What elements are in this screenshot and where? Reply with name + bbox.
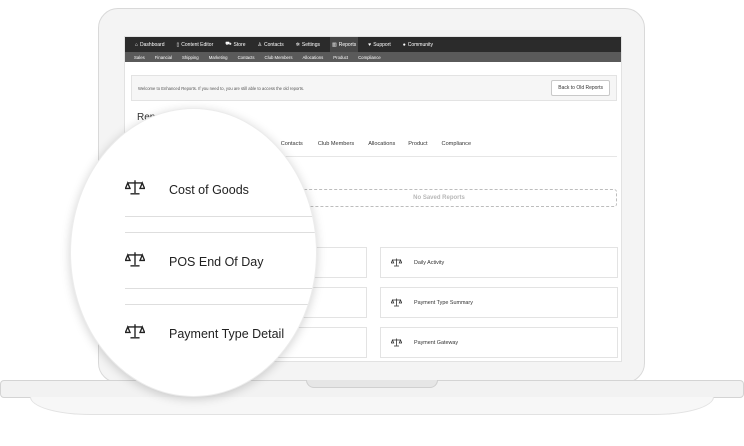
nav-item-support[interactable]: ♥ Support bbox=[366, 37, 392, 52]
subnav-item-shipping[interactable]: Shipping bbox=[182, 55, 199, 60]
mag-divider bbox=[125, 304, 316, 305]
welcome-banner: Welcome to Enhanced Reports. If you need… bbox=[131, 75, 617, 101]
nav-item-label: Contacts bbox=[263, 41, 284, 48]
reports-icon: ▥ bbox=[331, 41, 337, 48]
chat-icon: ● bbox=[402, 41, 406, 48]
report-card-payment-type-summary[interactable]: Payment Type Summary bbox=[380, 287, 618, 318]
mag-item-payment-type-detail[interactable]: Payment Type Detail bbox=[71, 323, 316, 345]
tab-compliance[interactable]: Compliance bbox=[442, 141, 472, 147]
nav-item-label: Community bbox=[407, 41, 434, 48]
nav-item-content-editor[interactable]: ▯ Content Editor bbox=[175, 37, 216, 52]
laptop-notch bbox=[306, 380, 438, 388]
card-label: Daily Activity bbox=[414, 259, 445, 266]
nav-item-label: Reports bbox=[338, 41, 357, 48]
subnav-item-financial[interactable]: Financial bbox=[155, 55, 172, 60]
back-to-old-reports-button[interactable]: Back to Old Reports bbox=[551, 80, 610, 96]
nav-item-label: Store bbox=[233, 41, 246, 48]
subnav-item-allocations[interactable]: Allocations bbox=[302, 55, 323, 60]
nav-item-contacts[interactable]: ♙ Contacts bbox=[255, 37, 285, 52]
card-label: Payment Gateway bbox=[414, 339, 459, 346]
nav-item-store[interactable]: ⛟ Store bbox=[223, 37, 247, 52]
card-label: Payment Type Summary bbox=[414, 299, 473, 306]
cart-icon: ⛟ bbox=[225, 41, 232, 47]
tab-allocations[interactable]: Allocations bbox=[368, 141, 395, 147]
report-card-daily-activity[interactable]: Daily Activity bbox=[380, 247, 618, 278]
nav-item-community[interactable]: ● Community bbox=[401, 37, 435, 52]
nav-item-label: Settings bbox=[301, 41, 320, 48]
magnifier-zoom: Cost of Goods POS End Of Day Payment Typ… bbox=[70, 108, 317, 397]
tab-product[interactable]: Product bbox=[408, 141, 427, 147]
mag-item-label: POS End Of Day bbox=[169, 255, 264, 269]
mag-divider bbox=[125, 288, 316, 289]
mag-item-cost-of-goods[interactable]: Cost of Goods bbox=[71, 179, 316, 201]
nav-item-reports[interactable]: ▥ Reports bbox=[329, 37, 359, 52]
nav-item-label: Support bbox=[373, 41, 391, 48]
subnav-item-contacts[interactable]: Contacts bbox=[238, 55, 255, 60]
contacts-icon: ♙ bbox=[257, 41, 262, 48]
report-card-payment-gateway[interactable]: Payment Gateway bbox=[380, 327, 618, 358]
gear-icon: ✲ bbox=[295, 41, 300, 48]
subnav-item-club-members[interactable]: Club Members bbox=[265, 55, 293, 60]
mag-item-pos-end-of-day[interactable]: POS End Of Day bbox=[71, 251, 316, 273]
welcome-text: Welcome to Enhanced Reports. If you need… bbox=[138, 85, 305, 91]
mag-divider bbox=[125, 232, 316, 233]
sub-navigation: Sales Financial Shipping Marketing Contacts C… bbox=[125, 52, 621, 62]
laptop-base-bottom bbox=[30, 397, 714, 415]
nav-item-label: Dashboard bbox=[140, 41, 165, 48]
laptop-mockup: ⌂ Dashboard ▯ Content Editor ⛟ Store ♙ Contacts… bbox=[0, 0, 744, 446]
subnav-item-compliance[interactable]: Compliance bbox=[358, 55, 381, 60]
scale-icon bbox=[124, 251, 146, 273]
scale-icon bbox=[389, 258, 403, 267]
mag-divider bbox=[125, 216, 316, 217]
scale-icon bbox=[124, 179, 146, 201]
nav-item-dashboard[interactable]: ⌂ Dashboard bbox=[133, 37, 167, 52]
document-icon: ▯ bbox=[176, 41, 180, 48]
nav-item-label: Content Editor bbox=[181, 41, 214, 48]
dashboard-icon: ⌂ bbox=[135, 41, 139, 48]
tab-contacts[interactable]: Contacts bbox=[281, 141, 303, 147]
mag-item-label: Payment Type Detail bbox=[169, 327, 285, 341]
subnav-item-sales[interactable]: Sales bbox=[134, 55, 145, 60]
scale-icon bbox=[124, 323, 146, 345]
mag-item-label: Cost of Goods bbox=[169, 183, 249, 197]
scale-icon bbox=[389, 298, 403, 307]
heart-icon: ♥ bbox=[368, 41, 372, 48]
subnav-item-marketing[interactable]: Marketing bbox=[209, 55, 228, 60]
top-navigation: ⌂ Dashboard ▯ Content Editor ⛟ Store ♙ Contacts… bbox=[125, 37, 621, 52]
scale-icon bbox=[389, 338, 403, 347]
subnav-item-product[interactable]: Product bbox=[333, 55, 348, 60]
tab-club-members[interactable]: Club Members bbox=[318, 141, 354, 147]
nav-item-settings[interactable]: ✲ Settings bbox=[294, 37, 322, 52]
